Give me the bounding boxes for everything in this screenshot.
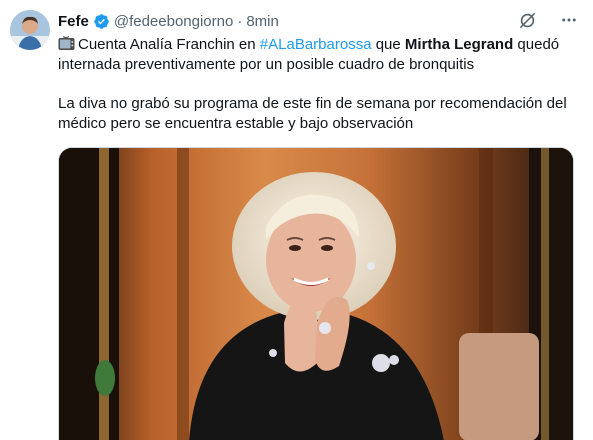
photo-of-woman-clapping (59, 148, 573, 440)
avatar[interactable] (10, 10, 50, 50)
hashtag-link[interactable]: #ALaBarbarossa (260, 36, 372, 53)
tweet-photo[interactable] (58, 147, 574, 440)
tweet-line-3: La diva no grabó su programa de este fin… (58, 95, 567, 112)
separator-dot: · (237, 12, 243, 30)
tweet-line-2: internada preventivamente por un posible… (58, 56, 475, 73)
tweet-text-segment: Cuenta Analía Franchin en (78, 36, 260, 53)
tweet-line-1: Cuenta Analía Franchin en #ALaBarbarossa… (58, 35, 583, 55)
author-handle[interactable]: @fedeebongiorno (114, 13, 234, 30)
author-name[interactable]: Fefe (58, 13, 89, 30)
timestamp[interactable]: 8min (246, 13, 279, 30)
tweet-top-actions (517, 10, 579, 30)
more-options-icon[interactable] (559, 10, 579, 30)
tweet-text-segment: que (371, 36, 405, 53)
tweet-header: Fefe @fedeebongiorno · 8min (58, 11, 279, 31)
bold-name: Mirtha Legrand (404, 36, 514, 53)
verified-badge-icon (93, 13, 110, 30)
tweet-line-4: médico pero se encuentra estable y bajo … (58, 115, 414, 132)
tweet: Fefe @fedeebongiorno · 8min Cuenta Analí… (0, 0, 593, 440)
tweet-text: Cuenta Analía Franchin en #ALaBarbarossa… (58, 35, 583, 134)
tweet-text-segment: quedó (513, 36, 560, 53)
television-emoji-icon (58, 36, 75, 51)
grok-icon[interactable] (517, 10, 537, 30)
